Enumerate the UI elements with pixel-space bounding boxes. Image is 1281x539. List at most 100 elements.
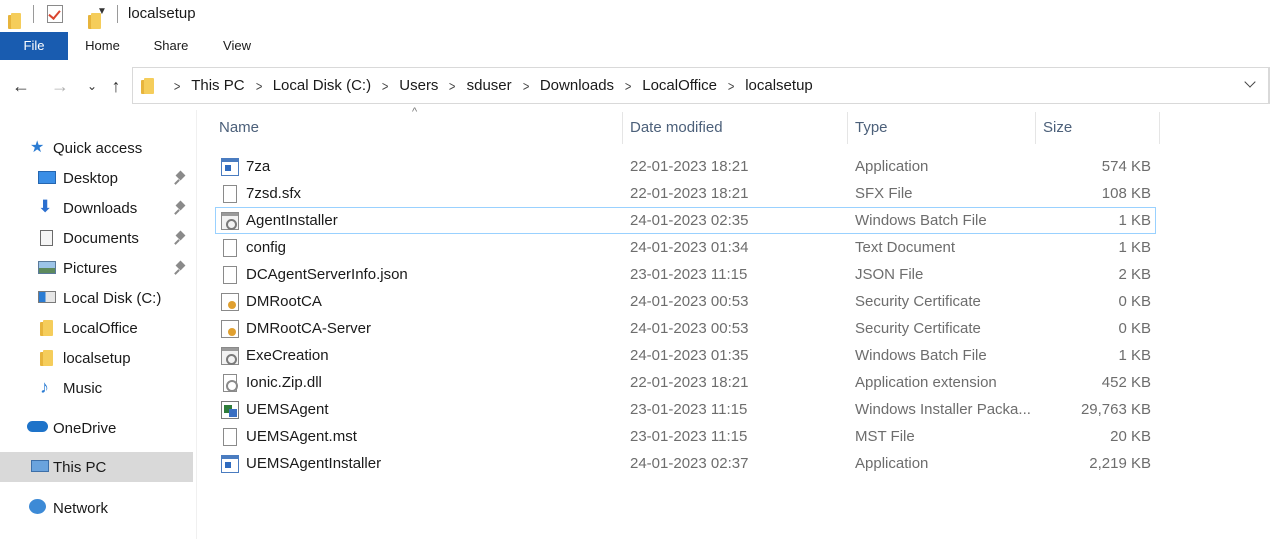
column-header-size[interactable]: Size — [1039, 112, 1159, 144]
application-icon — [221, 158, 239, 176]
sidebar-item-pictures[interactable]: Pictures — [0, 253, 193, 283]
folder-icon — [40, 350, 58, 366]
pin-icon[interactable] — [175, 231, 187, 245]
column-headers: ^ Name Date modified Type Size — [215, 106, 1160, 144]
tab-file[interactable]: File — [0, 32, 68, 60]
file-row[interactable]: AgentInstaller 24-01-2023 02:35 Windows … — [215, 207, 1156, 234]
file-name: AgentInstaller — [246, 212, 338, 229]
column-header-date[interactable]: Date modified — [626, 112, 848, 144]
column-divider[interactable] — [1159, 112, 1160, 144]
file-type: Security Certificate — [855, 293, 981, 310]
chevron-right-icon[interactable]: > — [522, 78, 529, 94]
desktop-icon — [38, 171, 56, 184]
up-arrow-icon[interactable]: ↑ — [104, 74, 128, 98]
sidebar-item-local-disk[interactable]: Local Disk (C:) — [0, 283, 193, 313]
chevron-right-icon[interactable]: > — [728, 78, 735, 94]
sidebar-item-onedrive[interactable]: OneDrive — [0, 413, 193, 443]
forward-arrow-icon[interactable]: → — [48, 74, 72, 98]
file-row[interactable]: 7za 22-01-2023 18:21 Application 574 KB — [215, 153, 1156, 180]
sidebar-item-desktop[interactable]: Desktop — [0, 163, 193, 193]
breadcrumb-sduser[interactable]: sduser — [467, 77, 512, 94]
pin-icon[interactable] — [175, 261, 187, 275]
sidebar-item-network[interactable]: Network — [0, 493, 193, 523]
file-row[interactable]: 7zsd.sfx 22-01-2023 18:21 SFX File 108 K… — [215, 180, 1156, 207]
ribbon-tabs: File Home Share View — [0, 32, 1281, 60]
download-arrow-icon: ⬇ — [38, 197, 53, 216]
pin-icon[interactable] — [175, 201, 187, 215]
column-header-name[interactable]: Name — [215, 112, 623, 144]
certificate-icon — [221, 320, 239, 338]
folder-icon — [8, 13, 22, 29]
tab-home[interactable]: Home — [80, 32, 125, 60]
chevron-right-icon[interactable]: > — [174, 78, 181, 94]
tab-share[interactable]: Share — [148, 32, 194, 60]
back-arrow-icon[interactable]: ← — [9, 74, 33, 98]
address-bar[interactable]: > This PC > Local Disk (C:) > Users > sd… — [132, 67, 1269, 104]
column-divider[interactable] — [1035, 112, 1036, 144]
file-type: JSON File — [855, 266, 924, 283]
file-name: DCAgentServerInfo.json — [246, 266, 408, 283]
sidebar-item-downloads[interactable]: ⬇ Downloads — [0, 193, 193, 223]
properties-icon[interactable] — [47, 5, 63, 23]
chevron-right-icon[interactable]: > — [255, 78, 262, 94]
file-date: 24-01-2023 00:53 — [630, 293, 749, 310]
file-row[interactable]: UEMSAgent.mst 23-01-2023 11:15 MST File … — [215, 423, 1156, 450]
column-header-type[interactable]: Type — [851, 112, 1035, 144]
column-divider[interactable] — [847, 112, 848, 144]
file-name: DMRootCA-Server — [246, 320, 372, 337]
window-title: localsetup — [128, 5, 196, 22]
file-row[interactable]: config 24-01-2023 01:34 Text Document 1 … — [215, 234, 1156, 261]
chevron-right-icon[interactable]: > — [625, 78, 632, 94]
tab-view[interactable]: View — [218, 32, 256, 60]
sidebar-item-quick-access[interactable]: ★ Quick access — [0, 133, 193, 163]
customize-toolbar-icon[interactable]: ▼ — [97, 6, 107, 17]
pin-icon[interactable] — [175, 171, 187, 185]
file-name: UEMSAgent — [246, 401, 329, 418]
file-row[interactable]: DCAgentServerInfo.json 23-01-2023 11:15 … — [215, 261, 1156, 288]
file-type: MST File — [855, 428, 915, 445]
file-type: Application extension — [855, 374, 997, 391]
file-size: 2 KB — [1118, 266, 1151, 283]
sidebar-item-music[interactable]: ♪ Music — [0, 373, 193, 403]
file-type: Application — [855, 455, 929, 472]
sidebar-item-localsetup[interactable]: localsetup — [0, 343, 193, 373]
column-divider[interactable] — [622, 112, 623, 144]
title-bar: ▼ localsetup — [0, 0, 1281, 30]
breadcrumb-this-pc[interactable]: This PC — [191, 77, 244, 94]
batch-file-icon — [221, 212, 239, 230]
sidebar-item-documents[interactable]: Documents — [0, 223, 193, 253]
breadcrumb-local-disk[interactable]: Local Disk (C:) — [273, 77, 371, 94]
chevron-right-icon[interactable]: > — [382, 78, 389, 94]
chevron-right-icon[interactable]: > — [449, 78, 456, 94]
file-name: Ionic.Zip.dll — [246, 374, 322, 391]
file-size: 1 KB — [1118, 212, 1151, 229]
file-date: 24-01-2023 01:35 — [630, 347, 749, 364]
file-row[interactable]: UEMSAgent 23-01-2023 11:15 Windows Insta… — [215, 396, 1156, 423]
chevron-down-icon[interactable] — [1244, 77, 1258, 91]
recent-locations-chevron-icon[interactable]: ⌄ — [80, 74, 104, 98]
file-row[interactable]: UEMSAgentInstaller 24-01-2023 02:37 Appl… — [215, 450, 1156, 477]
file-name: 7za — [246, 158, 271, 175]
file-name: UEMSAgent.mst — [246, 428, 357, 445]
file-icon — [223, 266, 237, 284]
file-type: SFX File — [855, 185, 913, 202]
file-name: ExeCreation — [246, 347, 329, 364]
file-row[interactable]: ExeCreation 24-01-2023 01:35 Windows Bat… — [215, 342, 1156, 369]
breadcrumb-users[interactable]: Users — [399, 77, 438, 94]
file-row[interactable]: DMRootCA 24-01-2023 00:53 Security Certi… — [215, 288, 1156, 315]
breadcrumb-localsetup[interactable]: localsetup — [745, 77, 813, 94]
file-size: 452 KB — [1101, 374, 1151, 391]
file-type: Security Certificate — [855, 320, 981, 337]
file-row[interactable]: Ionic.Zip.dll 22-01-2023 18:21 Applicati… — [215, 369, 1156, 396]
file-row[interactable]: DMRootCA-Server 24-01-2023 00:53 Securit… — [215, 315, 1156, 342]
file-date: 22-01-2023 18:21 — [630, 374, 749, 391]
breadcrumb-localoffice[interactable]: LocalOffice — [642, 77, 717, 94]
pane-divider[interactable] — [196, 110, 197, 539]
search-box-edge[interactable] — [1269, 67, 1281, 104]
file-size: 0 KB — [1118, 293, 1151, 310]
file-date: 24-01-2023 02:35 — [630, 212, 749, 229]
breadcrumb-downloads[interactable]: Downloads — [540, 77, 614, 94]
file-date: 22-01-2023 18:21 — [630, 185, 749, 202]
sidebar-item-this-pc[interactable]: This PC — [0, 452, 193, 482]
sidebar-item-localoffice[interactable]: LocalOffice — [0, 313, 193, 343]
